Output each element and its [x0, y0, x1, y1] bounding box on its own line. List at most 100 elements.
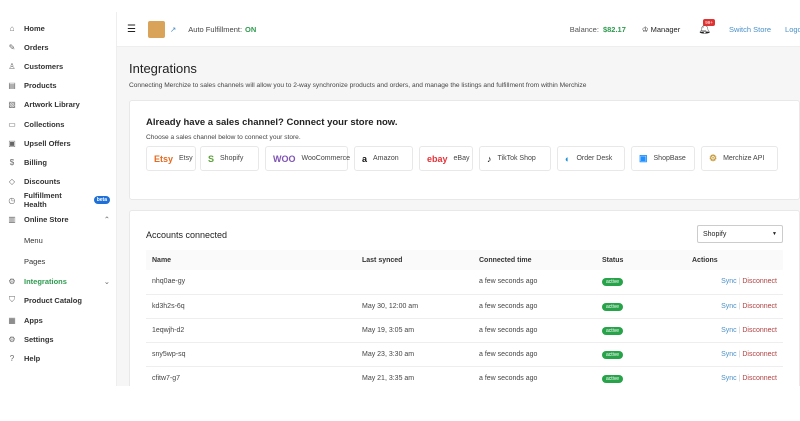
status-badge: active — [602, 350, 624, 359]
last-synced: May 21, 3:35 am — [356, 366, 473, 386]
channel-tiktok-shop[interactable]: ♪ TikTok Shop — [479, 146, 551, 171]
sidebar-item-label: Orders — [24, 42, 49, 52]
manager-icon: ♔ — [641, 24, 649, 34]
shopbase-logo-icon: ▣ — [639, 153, 648, 163]
logout-link[interactable]: Logout — [785, 25, 800, 34]
sync-button[interactable]: Sync — [721, 303, 737, 310]
sidebar-item-settings[interactable]: ⚙ Settings — [6, 331, 110, 347]
sidebar-item-label: Billing — [24, 157, 47, 167]
channel-label: Order Desk — [576, 155, 613, 162]
store-avatar[interactable] — [147, 20, 165, 38]
billing-icon: $ — [9, 157, 15, 167]
connected-time: a few seconds ago — [473, 294, 596, 319]
status-badge: active — [602, 278, 624, 287]
catalog-icon: ⛉ — [9, 295, 15, 304]
page-description: Connecting Merchize to sales channels wi… — [129, 82, 587, 89]
menu-icon[interactable]: ☰ — [127, 24, 136, 35]
channel-shopbase[interactable]: ▣ ShopBase — [631, 146, 695, 171]
channel-label: Merchize API — [723, 155, 765, 162]
disconnect-button[interactable]: Disconnect — [742, 303, 777, 310]
channel-amazon[interactable]: a Amazon — [354, 146, 413, 171]
auto-fulfillment-value[interactable]: ON — [245, 25, 256, 34]
upsell-icon: ▣ — [8, 138, 16, 148]
help-icon: ? — [9, 353, 15, 363]
notification-bell[interactable]: 🔔︎ 99+ — [698, 18, 715, 35]
channel-ebay[interactable]: ebay eBay — [419, 146, 473, 171]
manager-button[interactable]: Manager — [651, 25, 681, 34]
connected-time: a few seconds ago — [473, 342, 596, 367]
sidebar-item-collections[interactable]: ▭ Collections — [6, 116, 110, 132]
sync-button[interactable]: Sync — [721, 351, 737, 358]
connected-time: a few seconds ago — [473, 318, 596, 343]
table-row: nhq0ae-gy a few seconds ago active Sync … — [146, 270, 783, 295]
disconnect-button[interactable]: Disconnect — [742, 327, 777, 334]
sidebar-item-integrations[interactable]: ⚙ Integrations ⌄ — [6, 273, 110, 289]
column-header: Actions — [686, 250, 783, 270]
sidebar-item-label: Product Catalog — [24, 295, 82, 305]
sidebar-item-online-store[interactable]: ▥ Online Store ⌃ — [6, 211, 110, 227]
sidebar-item-pages[interactable]: Pages — [6, 253, 110, 269]
sidebar-item-label: Settings — [24, 334, 54, 344]
sync-button[interactable]: Sync — [721, 375, 737, 382]
sidebar-item-customers[interactable]: ♙ Customers — [6, 58, 110, 74]
sync-button[interactable]: Sync — [721, 327, 737, 334]
chevron-up-icon[interactable]: ⌃ — [104, 215, 110, 224]
orders-icon: ✎ — [8, 42, 16, 52]
sync-button[interactable]: Sync — [721, 278, 737, 285]
disconnect-button[interactable]: Disconnect — [742, 278, 777, 285]
disconnect-button[interactable]: Disconnect — [742, 351, 777, 358]
sidebar-item-products[interactable]: ▤ Products — [6, 77, 110, 93]
sidebar-item-label: Customers — [24, 61, 64, 71]
channel-woocommerce[interactable]: WOO WooCommerce — [265, 146, 350, 171]
external-link-icon[interactable]: ↗ — [170, 25, 176, 34]
sidebar-item-fulfillment-health[interactable]: ◷ Fulfillment Health beta — [6, 191, 110, 209]
switch-store-link[interactable]: Switch Store — [729, 25, 771, 34]
integrations-icon: ⚙ — [8, 276, 16, 286]
sidebar-item-label: Home — [24, 23, 45, 33]
chevron-down-icon[interactable]: ⌄ — [104, 277, 110, 286]
channel-order-desk[interactable]: ◐ Order Desk — [557, 146, 625, 171]
channel-label: Amazon — [373, 155, 399, 162]
sidebar-item-discounts[interactable]: ◇ Discounts — [6, 173, 110, 189]
sidebar-item-help[interactable]: ? Help — [6, 350, 110, 366]
sidebar-item-billing[interactable]: $ Billing — [6, 154, 110, 170]
last-synced: May 30, 12:00 am — [356, 294, 473, 319]
channel-merchize-api[interactable]: ⚙ Merchize API — [701, 146, 778, 171]
channel-etsy[interactable]: Etsy Etsy — [146, 146, 196, 171]
sidebar-item-label: Apps — [24, 315, 43, 325]
connected-time: a few seconds ago — [473, 366, 596, 386]
tiktok-shop-logo-icon: ♪ — [487, 153, 492, 164]
channel-shopify[interactable]: S Shopify — [200, 146, 259, 171]
accounts-title: Accounts connected — [146, 230, 228, 240]
caret-down-icon: ▼ — [772, 231, 777, 237]
channel-label: Etsy — [179, 155, 193, 162]
sidebar: ⌂ Home ✎ Orders ♙ Customers ▤ Products ▧ Artwork … — [0, 12, 117, 386]
balance-value: $82.17 — [602, 24, 626, 34]
sidebar-item-artwork-library[interactable]: ▧ Artwork Library — [6, 96, 110, 112]
table-row: cfitw7-g7 May 21, 3:35 am a few seconds … — [146, 366, 783, 386]
sidebar-item-label: Help — [24, 353, 41, 363]
beta-badge: beta — [93, 196, 110, 204]
sidebar-item-menu[interactable]: Menu — [6, 232, 110, 248]
order-desk-logo-icon: ◐ — [565, 153, 571, 164]
artwork-icon: ▧ — [8, 99, 16, 109]
store-filter-select[interactable]: Shopify ▼ — [697, 225, 783, 243]
account-name: sny5wp-sq — [146, 342, 356, 367]
disconnect-button[interactable]: Disconnect — [742, 375, 777, 382]
woocommerce-logo-icon: WOO — [273, 153, 296, 164]
sidebar-item-label: Products — [24, 80, 57, 90]
sidebar-item-label: Collections — [24, 119, 65, 129]
connect-subtitle: Choose a sales channel below to connect … — [146, 134, 301, 141]
sidebar-item-orders[interactable]: ✎ Orders — [6, 39, 110, 55]
table-row: kd3h2s-6q May 30, 12:00 am a few seconds… — [146, 294, 783, 319]
sidebar-item-home[interactable]: ⌂ Home — [6, 20, 110, 36]
sidebar-item-upsell-offers[interactable]: ▣ Upsell Offers — [6, 135, 110, 151]
sidebar-item-product-catalog[interactable]: ⛉ Product Catalog — [6, 292, 110, 308]
channel-label: Shopify — [220, 155, 244, 162]
sidebar-item-apps[interactable]: ▦ Apps — [6, 312, 110, 328]
sidebar-item-label: Pages — [24, 256, 46, 266]
column-header: Name — [146, 250, 356, 270]
sidebar-item-label: Artwork Library — [24, 99, 80, 109]
sidebar-item-label: Menu — [24, 235, 43, 245]
apps-icon: ▦ — [8, 315, 16, 325]
